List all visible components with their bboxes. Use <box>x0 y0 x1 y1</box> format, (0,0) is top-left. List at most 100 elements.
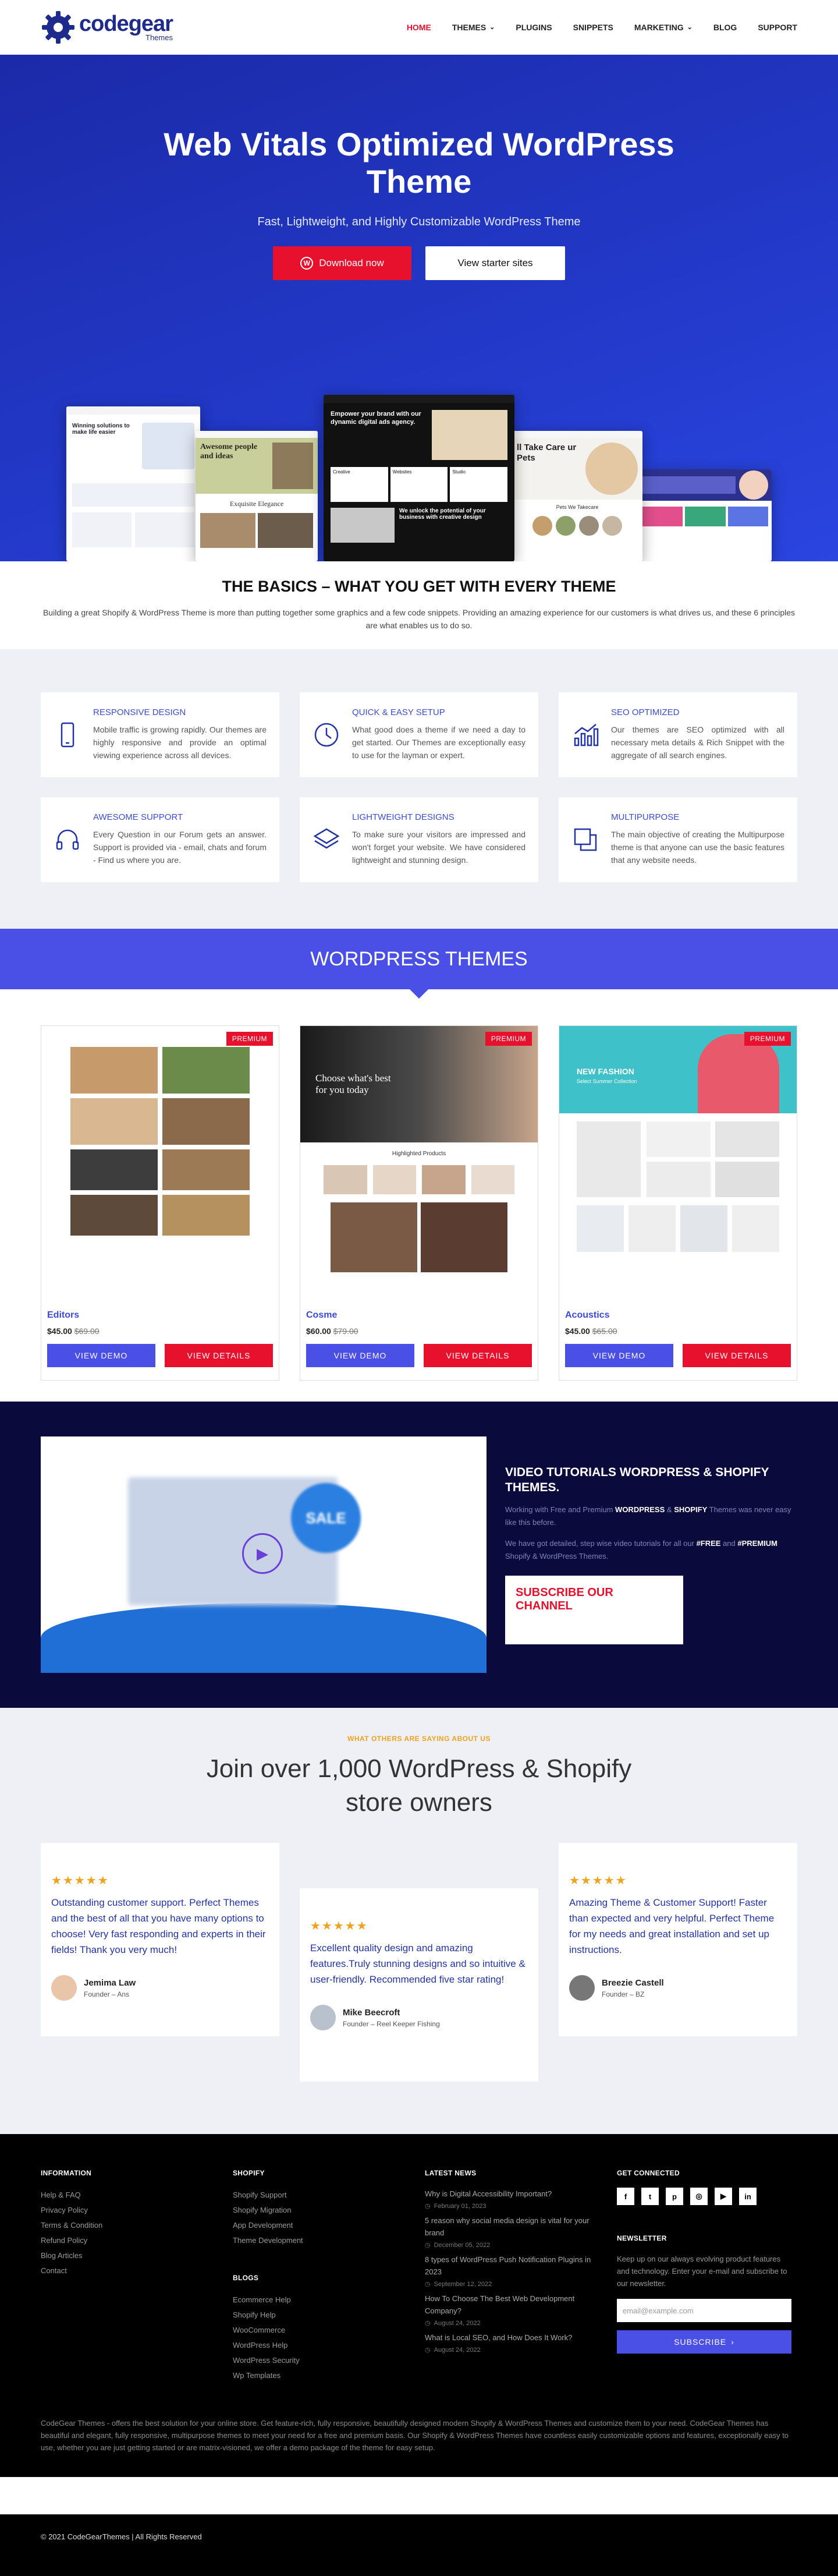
nav-support[interactable]: SUPPORT <box>758 23 797 32</box>
email-field[interactable]: email@example.com <box>617 2299 791 2322</box>
calendar-icon: ◷ <box>425 2203 431 2210</box>
video-text-1: Working with Free and Premium WORDPRESS … <box>505 1505 791 1527</box>
logo-subtext: Themes <box>145 33 173 42</box>
theme-thumbnail[interactable]: Choose what's best for you today Highlig… <box>300 1026 538 1303</box>
news-date: December 05, 2022 <box>434 2241 491 2249</box>
headphones-icon <box>56 829 79 850</box>
twitter-icon[interactable]: t <box>641 2188 659 2205</box>
site-header: codegear Themes HOME THEMES ⌄ PLUGINS SNI… <box>0 0 838 55</box>
subscribe-channel-button[interactable]: SUBSCRIBE OUR CHANNEL <box>505 1576 683 1644</box>
basics-text: Building a great Shopify & WordPress The… <box>42 608 796 630</box>
mockup-text: ll Take Care ur Pets <box>517 443 577 463</box>
video-text-2: We have got detailed, step wise video tu… <box>505 1539 778 1561</box>
author-name: Breezie Castell <box>602 1977 664 1988</box>
linkedin-icon[interactable]: in <box>739 2188 757 2205</box>
view-details-button[interactable]: VIEW DETAILS <box>683 1344 791 1367</box>
theme-name[interactable]: Acoustics <box>565 1310 791 1321</box>
youtube-icon[interactable]: ▶ <box>715 2188 732 2205</box>
star-rating: ★★★★★ <box>51 1874 109 1887</box>
mockup-subtext: Pets We Takecare <box>556 504 599 510</box>
footer-link[interactable]: Help & FAQ <box>41 2191 81 2199</box>
footer-link[interactable]: Wp Templates <box>233 2371 280 2380</box>
wordpress-themes-banner: WORDPRESS THEMES <box>0 929 838 999</box>
mockup-text: Awesome people and ideas <box>200 443 258 461</box>
calendar-icon: ◷ <box>425 2320 431 2327</box>
nav-blog[interactable]: BLOG <box>713 23 737 32</box>
clock-icon <box>314 723 339 747</box>
footer-link[interactable]: WordPress Security <box>233 2356 300 2365</box>
footer-link[interactable]: Privacy Policy <box>41 2206 88 2214</box>
news-date: February 01, 2023 <box>434 2202 487 2210</box>
theme-price: $60.00 $79.00 <box>306 1326 358 1336</box>
news-item: 8 types of WordPress Push Notification P… <box>425 2253 599 2288</box>
news-title[interactable]: 8 types of WordPress Push Notification P… <box>425 2255 591 2276</box>
footer-link[interactable]: Refund Policy <box>41 2236 87 2245</box>
footer-about: CodeGear Themes - offers the best soluti… <box>41 2419 789 2452</box>
news-title[interactable]: Why is Digital Accessibility Important? <box>425 2189 552 2198</box>
theme-thumbnail[interactable]: PREMIUM <box>41 1026 279 1303</box>
footer-link[interactable]: Shopify Support <box>233 2191 287 2199</box>
gear-logo-icon <box>42 10 74 44</box>
starter-sites-button[interactable]: View starter sites <box>425 246 565 280</box>
instagram-icon[interactable]: ◎ <box>690 2188 708 2205</box>
starter-mockup-1: Winning solutions to make life easier <box>66 406 200 561</box>
view-details-button[interactable]: VIEW DETAILS <box>424 1344 532 1367</box>
layers-icon <box>313 828 340 849</box>
news-title[interactable]: How To Choose The Best Web Development C… <box>425 2294 574 2315</box>
thumb-subtext: Highlighted Products <box>392 1151 446 1157</box>
footer-link[interactable]: App Development <box>233 2221 293 2230</box>
nav-home[interactable]: HOME <box>407 23 431 32</box>
testimonials-title: Join over 1,000 WordPress & Shopify stor… <box>206 1754 632 1817</box>
footer-link[interactable]: Ecommerce Help <box>233 2295 291 2304</box>
view-demo-button[interactable]: VIEW DEMO <box>565 1344 673 1367</box>
video-thumbnail[interactable]: SALE ▶ <box>41 1436 487 1673</box>
author-role: Founder – Ans <box>84 1990 130 1998</box>
nav-marketing[interactable]: MARKETING ⌄ <box>634 23 693 32</box>
footer-link[interactable]: Contact <box>41 2266 67 2275</box>
facebook-icon[interactable]: f <box>617 2188 634 2205</box>
footer-link[interactable]: Shopify Help <box>233 2310 276 2319</box>
chevron-down-icon: ⌄ <box>687 24 693 31</box>
news-item: 5 reason why social media design is vita… <box>425 2214 599 2249</box>
theme-card: PREMIUM Editors $45.00 $69.00 VIEW DEMO … <box>41 1025 279 1381</box>
features-section: RESPONSIVE DESIGN Mobile traffic is growi… <box>0 649 838 929</box>
footer-heading: SHOPIFY <box>233 2169 265 2177</box>
footer-latest-news: LATEST NEWS Why is Digital Accessibility… <box>425 2169 617 2383</box>
view-details-button[interactable]: VIEW DETAILS <box>165 1344 273 1367</box>
nav-themes[interactable]: THEMES ⌄ <box>452 23 495 32</box>
mockup-text: Winning solutions to make life easier <box>72 423 130 436</box>
testimonial-text: Outstanding customer support. Perfect Th… <box>51 1897 266 1955</box>
avatar <box>569 1975 595 2001</box>
footer-link[interactable]: Blog Articles <box>41 2251 83 2260</box>
footer-link[interactable]: Terms & Condition <box>41 2221 102 2230</box>
footer-link[interactable]: Theme Development <box>233 2236 303 2245</box>
theme-name[interactable]: Cosme <box>306 1310 532 1321</box>
news-title[interactable]: 5 reason why social media design is vita… <box>425 2216 590 2237</box>
chart-icon <box>574 724 599 746</box>
play-icon[interactable]: ▶ <box>242 1533 283 1574</box>
nav-snippets[interactable]: SNIPPETS <box>573 23 613 32</box>
news-title[interactable]: What is Local SEO, and How Does It Work? <box>425 2333 572 2342</box>
view-demo-button[interactable]: VIEW DEMO <box>306 1344 414 1367</box>
theme-thumbnail[interactable]: NEW FASHION Select Summer Collection PRE… <box>559 1026 797 1303</box>
download-button[interactable]: W Download now <box>273 246 411 280</box>
calendar-icon: ◷ <box>425 2281 431 2288</box>
view-demo-button[interactable]: VIEW DEMO <box>47 1344 155 1367</box>
testimonial-text: Amazing Theme & Customer Support! Faster… <box>569 1897 775 1955</box>
footer-information: INFORMATION Help & FAQ Privacy Policy Te… <box>41 2169 233 2383</box>
author-role: Founder – BZ <box>602 1990 645 1998</box>
pinterest-icon[interactable]: p <box>666 2188 683 2205</box>
theme-name[interactable]: Editors <box>47 1310 273 1321</box>
subscribe-button[interactable]: SUBSCRIBE › <box>617 2330 791 2354</box>
feature-title: RESPONSIVE DESIGN <box>93 707 186 717</box>
footer-heading: NEWSLETTER <box>617 2234 667 2242</box>
site-logo[interactable]: codegear Themes <box>41 10 173 45</box>
multipurpose-icon <box>574 828 597 851</box>
footer-link[interactable]: WooCommerce <box>233 2326 285 2334</box>
footer-link[interactable]: Shopify Migration <box>233 2206 291 2214</box>
nav-plugins[interactable]: PLUGINS <box>516 23 552 32</box>
news-date: August 24, 2022 <box>434 2319 481 2327</box>
footer-link[interactable]: WordPress Help <box>233 2341 287 2349</box>
feature-text: What good does a theme if we need a day … <box>352 725 525 760</box>
author-name: Jemima Law <box>84 1977 136 1988</box>
